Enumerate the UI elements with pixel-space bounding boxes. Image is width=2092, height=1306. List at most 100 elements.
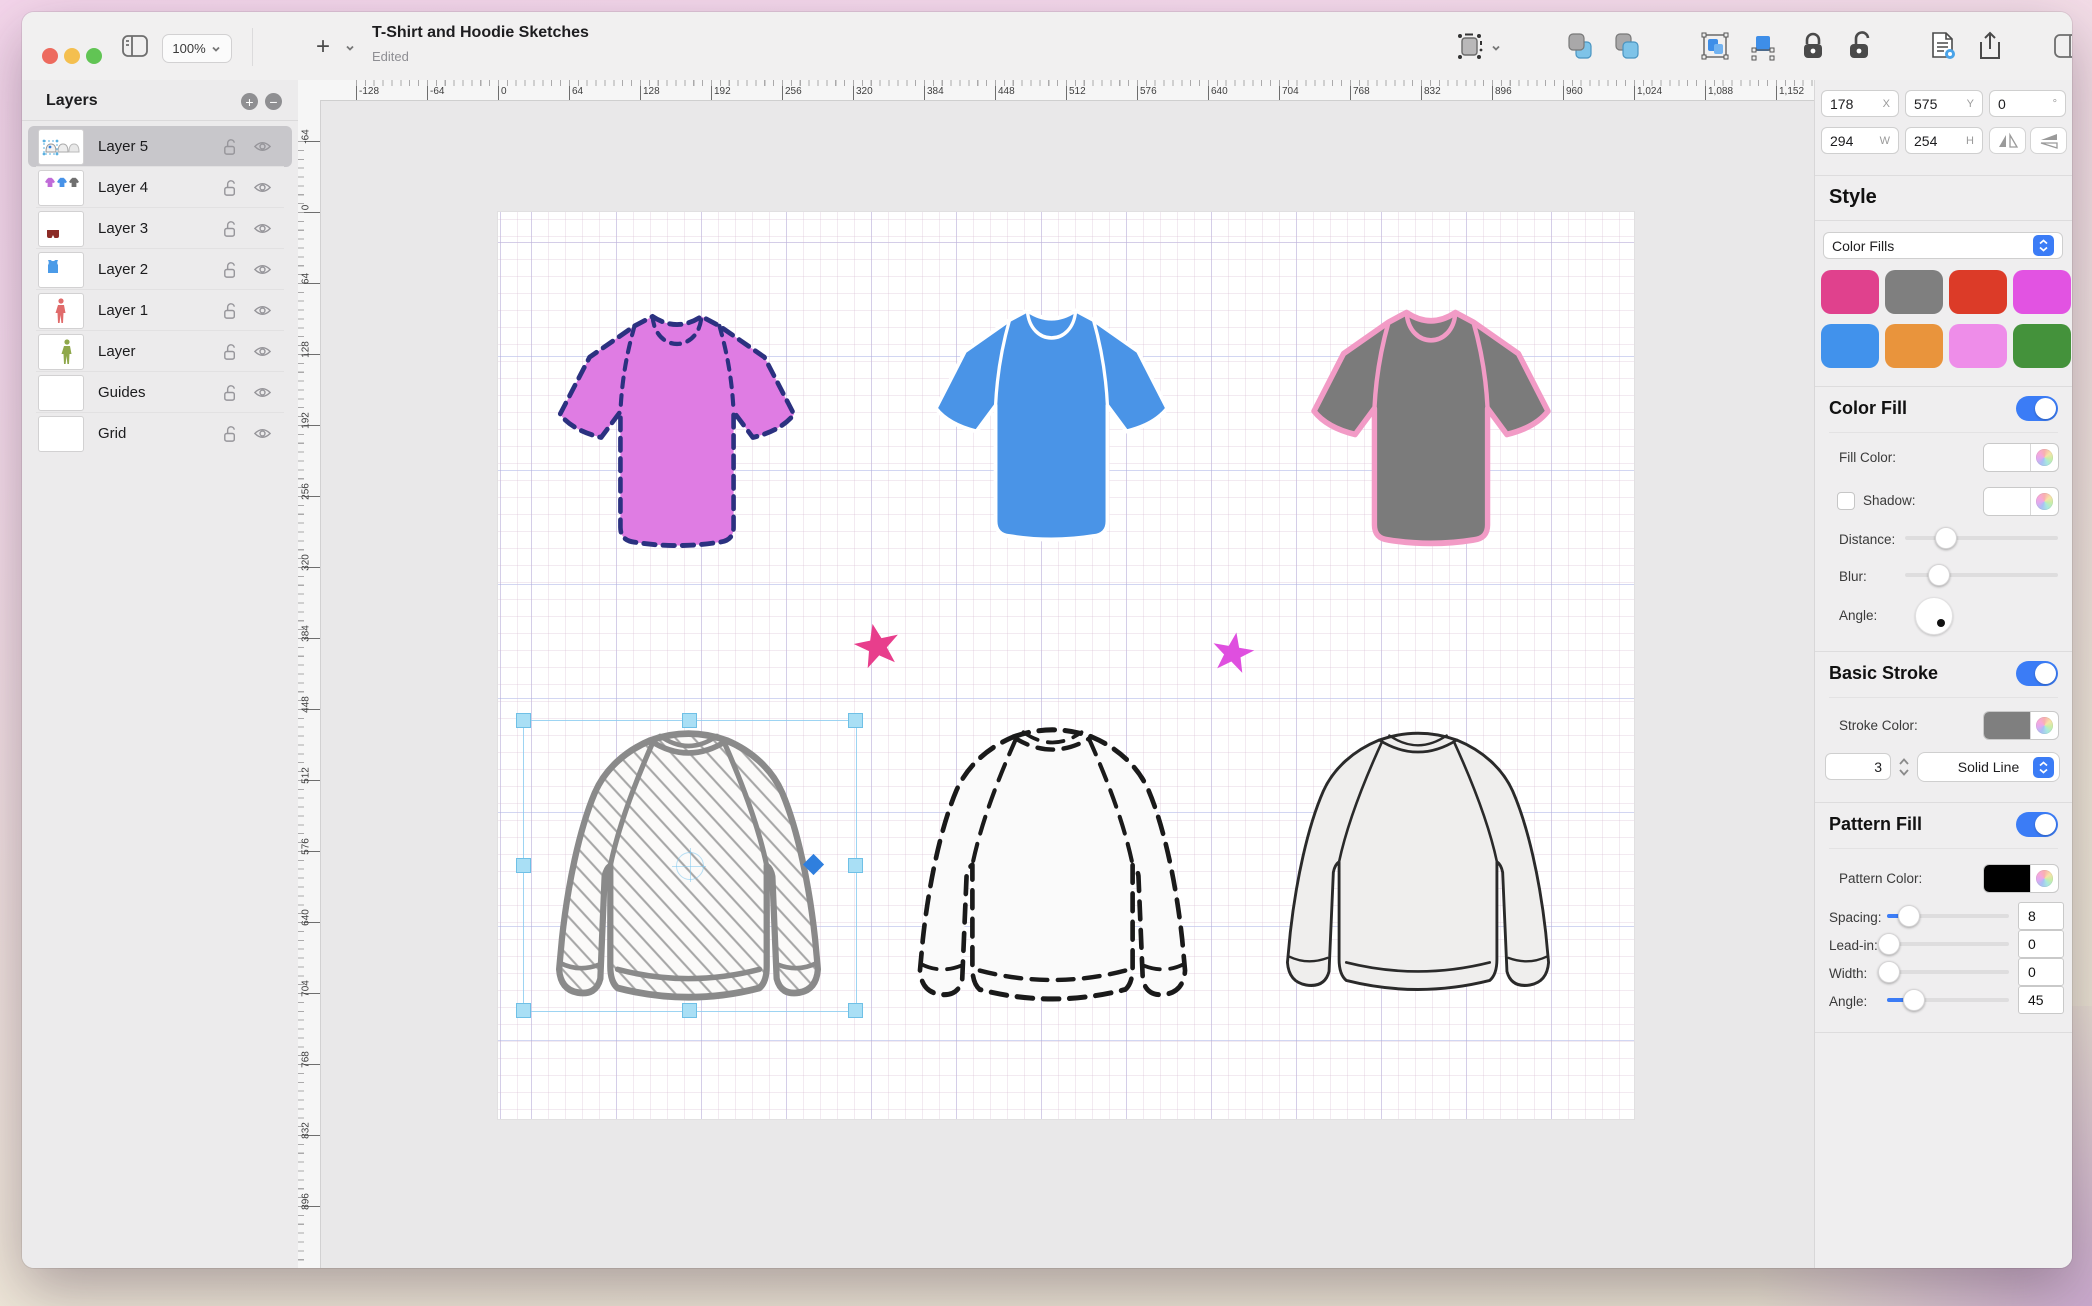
color-swatch[interactable] — [1885, 270, 1943, 314]
send-backward-icon[interactable] — [1565, 30, 1595, 62]
spacing-slider[interactable] — [1887, 905, 2009, 927]
transform-tool-icon[interactable] — [1455, 30, 1485, 62]
layer-row-guides[interactable]: Guides — [28, 372, 292, 413]
color-picker-button[interactable] — [2031, 444, 2058, 471]
layer-unlock-icon[interactable] — [221, 260, 240, 279]
layer-visibility-icon[interactable] — [253, 301, 272, 320]
sweatshirt-plain[interactable] — [1253, 722, 1583, 1000]
width-field[interactable]: 294W — [1821, 127, 1899, 154]
color-swatch[interactable] — [1949, 270, 2007, 314]
layer-unlock-icon[interactable] — [221, 383, 240, 402]
layer-unlock-icon[interactable] — [221, 301, 240, 320]
layer-row-grid[interactable]: Grid — [28, 413, 292, 454]
layer-visibility-icon[interactable] — [253, 137, 272, 156]
ungroup-objects-icon[interactable] — [1748, 30, 1778, 62]
pattern-color-well[interactable] — [1983, 864, 2059, 893]
tshirt-blue[interactable] — [918, 290, 1185, 562]
layer-visibility-icon[interactable] — [253, 383, 272, 402]
star-magenta[interactable] — [1208, 627, 1259, 678]
shadow-checkbox[interactable] — [1837, 492, 1855, 510]
selection-handle-bottom-left[interactable] — [516, 1003, 531, 1018]
shadow-angle-dial[interactable] — [1915, 597, 1953, 635]
flip-horizontal-button[interactable] — [1989, 127, 2026, 154]
line-style-dropdown[interactable]: Solid Line — [1917, 752, 2060, 782]
layer-row-layer-5[interactable]: Layer 5 — [28, 126, 292, 167]
shadow-color-well[interactable] — [1983, 487, 2059, 516]
selection-handle-middle-right[interactable] — [848, 858, 863, 873]
canvas[interactable] — [320, 100, 1815, 1268]
group-objects-icon[interactable] — [1700, 30, 1730, 62]
remove-layer-button[interactable]: − — [265, 93, 282, 110]
stroke-width-field[interactable]: 3 — [1825, 753, 1891, 780]
add-shape-button[interactable]: + — [310, 34, 336, 60]
layer-visibility-icon[interactable] — [253, 424, 272, 443]
selection-handle-top-center[interactable] — [682, 713, 697, 728]
height-field[interactable]: 254H — [1905, 127, 1983, 154]
color-swatch[interactable] — [2013, 270, 2071, 314]
stroke-color-well[interactable] — [1983, 711, 2059, 740]
right-panel-toggle-icon[interactable] — [2052, 30, 2072, 62]
selection-handle-middle-left[interactable] — [516, 858, 531, 873]
selection-handle-bottom-center[interactable] — [682, 1003, 697, 1018]
layer-row-layer-4[interactable]: Layer 4 — [28, 167, 292, 208]
bring-forward-icon[interactable] — [1612, 30, 1642, 62]
selection-handle-bottom-right[interactable] — [848, 1003, 863, 1018]
layer-visibility-icon[interactable] — [253, 342, 272, 361]
selection-handle-top-left[interactable] — [516, 713, 531, 728]
fill-type-dropdown[interactable]: Color Fills — [1823, 232, 2063, 259]
layer-unlock-icon[interactable] — [221, 137, 240, 156]
pattern-angle-slider[interactable] — [1887, 989, 2009, 1011]
color-picker-button[interactable] — [2031, 865, 2058, 892]
ruler-top[interactable]: -128-64064128192256320384448512576640704… — [320, 80, 1815, 101]
zoom-window-button[interactable] — [86, 48, 102, 64]
add-layer-button[interactable]: + — [241, 93, 258, 110]
layer-unlock-icon[interactable] — [221, 178, 240, 197]
fill-color-well[interactable] — [1983, 443, 2059, 472]
flip-vertical-button[interactable] — [2030, 127, 2067, 154]
rotation-field[interactable]: 0° — [1989, 90, 2066, 117]
transform-menu-chevron[interactable] — [1490, 42, 1502, 54]
zoom-level-dropdown[interactable]: 100% — [162, 34, 232, 63]
layer-row-layer-2[interactable]: Layer 2 — [28, 249, 292, 290]
pattern-fill-toggle[interactable] — [2016, 812, 2058, 837]
sweatshirt-dashed[interactable] — [885, 718, 1220, 1010]
tshirt-gray-pink-outline[interactable] — [1296, 292, 1566, 566]
layer-unlock-icon[interactable] — [221, 342, 240, 361]
ruler-left[interactable]: -640641281922563203844485125766407047688… — [298, 100, 321, 1268]
lock-icon[interactable] — [1798, 30, 1828, 62]
distance-slider[interactable] — [1905, 527, 2058, 549]
color-swatch[interactable] — [1821, 270, 1879, 314]
layer-row-layer-3[interactable]: Layer 3 — [28, 208, 292, 249]
color-picker-button[interactable] — [2031, 712, 2058, 739]
color-swatch[interactable] — [1885, 324, 1943, 368]
selection-handle-top-right[interactable] — [848, 713, 863, 728]
blur-slider[interactable] — [1905, 564, 2058, 586]
share-icon[interactable] — [1975, 30, 2005, 62]
layer-row-layer-1[interactable]: Layer 1 — [28, 290, 292, 331]
pattern-width-value[interactable]: 0 — [2018, 958, 2064, 986]
color-fill-toggle[interactable] — [2016, 396, 2058, 421]
insert-menu-chevron[interactable] — [344, 42, 356, 54]
layer-unlock-icon[interactable] — [221, 424, 240, 443]
spacing-value[interactable]: 8 — [2018, 902, 2064, 930]
layer-unlock-icon[interactable] — [221, 219, 240, 238]
export-document-icon[interactable] — [1928, 30, 1958, 62]
tshirt-pink-dashed[interactable] — [542, 296, 812, 568]
layer-row-layer[interactable]: Layer — [28, 331, 292, 372]
layer-visibility-icon[interactable] — [253, 178, 272, 197]
basic-stroke-toggle[interactable] — [2016, 661, 2058, 686]
unlock-icon[interactable] — [1845, 30, 1875, 62]
color-swatch[interactable] — [1821, 324, 1879, 368]
layer-visibility-icon[interactable] — [253, 219, 272, 238]
minimize-window-button[interactable] — [64, 48, 80, 64]
y-position-field[interactable]: 575Y — [1905, 90, 1983, 117]
color-picker-button[interactable] — [2031, 488, 2058, 515]
pattern-angle-value[interactable]: 45 — [2018, 986, 2064, 1014]
color-swatch[interactable] — [1949, 324, 2007, 368]
left-sidebar-toggle-icon[interactable] — [120, 30, 150, 62]
close-window-button[interactable] — [42, 48, 58, 64]
pattern-width-slider[interactable] — [1887, 961, 2009, 983]
layer-visibility-icon[interactable] — [253, 260, 272, 279]
star-pink[interactable] — [849, 617, 906, 674]
x-position-field[interactable]: 178X — [1821, 90, 1899, 117]
